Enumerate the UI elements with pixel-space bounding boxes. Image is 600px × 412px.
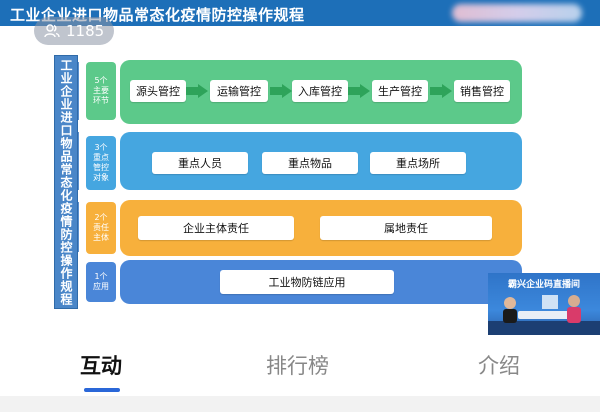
row-label-line: 重点: [93, 153, 109, 162]
row-label-line: 管控: [93, 163, 109, 172]
row-label-line: 应用: [93, 282, 109, 291]
row-label: 5个 主要 环节: [86, 62, 116, 120]
blurred-overlay: [452, 4, 582, 22]
responsibility-chip: 企业主体责任: [138, 216, 294, 240]
row-label: 3个 重点 管控 对象: [86, 136, 116, 190]
step-chip: 销售管控: [454, 80, 510, 102]
arrow-right-icon: [430, 84, 452, 98]
bracket-line: [78, 62, 85, 120]
row-label: 1个 应用: [86, 262, 116, 302]
row-label-line: 主要: [93, 86, 109, 95]
row-label-line: 5个: [94, 76, 108, 85]
video-scene: [488, 295, 600, 335]
vertical-title: 工业企业进口物品常态化疫情防控操作规程: [59, 58, 73, 306]
viewer-count: 1185: [66, 22, 105, 40]
row-label-line: 责任: [93, 223, 109, 232]
step-chip: 源头管控: [130, 80, 186, 102]
bracket-line: [78, 132, 85, 190]
viewers-icon: [44, 24, 60, 38]
row-label-line: 对象: [93, 173, 109, 182]
tab-interaction[interactable]: 互动: [80, 350, 122, 380]
row-label-line: 主体: [93, 233, 109, 242]
object-chip: 重点场所: [370, 152, 466, 174]
application-chip: 工业物防链应用: [220, 270, 394, 294]
row-label-line: 2个: [94, 213, 108, 222]
live-video-thumbnail[interactable]: 霸兴企业码直播间: [488, 273, 600, 335]
arrow-right-icon: [186, 84, 208, 98]
row-label: 2个 责任 主体: [86, 202, 116, 254]
step-chip: 入库管控: [292, 80, 348, 102]
step-chip: 运输管控: [210, 80, 268, 102]
tab-ranking[interactable]: 排行榜: [266, 350, 329, 380]
viewer-count-pill[interactable]: 1185: [34, 17, 114, 45]
bracket-line: [78, 202, 85, 252]
step-chip: 生产管控: [372, 80, 428, 102]
tab-intro[interactable]: 介绍: [478, 350, 520, 380]
bottom-strip: [0, 396, 600, 412]
arrow-right-icon: [348, 84, 370, 98]
row-label-line: 1个: [94, 272, 108, 281]
arrow-right-icon: [270, 84, 292, 98]
responsibility-chip: 属地责任: [320, 216, 492, 240]
object-chip: 重点物品: [262, 152, 358, 174]
row-label-line: 环节: [93, 96, 109, 105]
vertical-title-box: 工业企业进口物品常态化疫情防控操作规程: [54, 55, 78, 309]
object-chip: 重点人员: [152, 152, 248, 174]
tab-bar: 互动 排行榜 介绍: [0, 340, 600, 392]
row-label-line: 3个: [94, 143, 108, 152]
active-tab-indicator: [84, 388, 120, 392]
